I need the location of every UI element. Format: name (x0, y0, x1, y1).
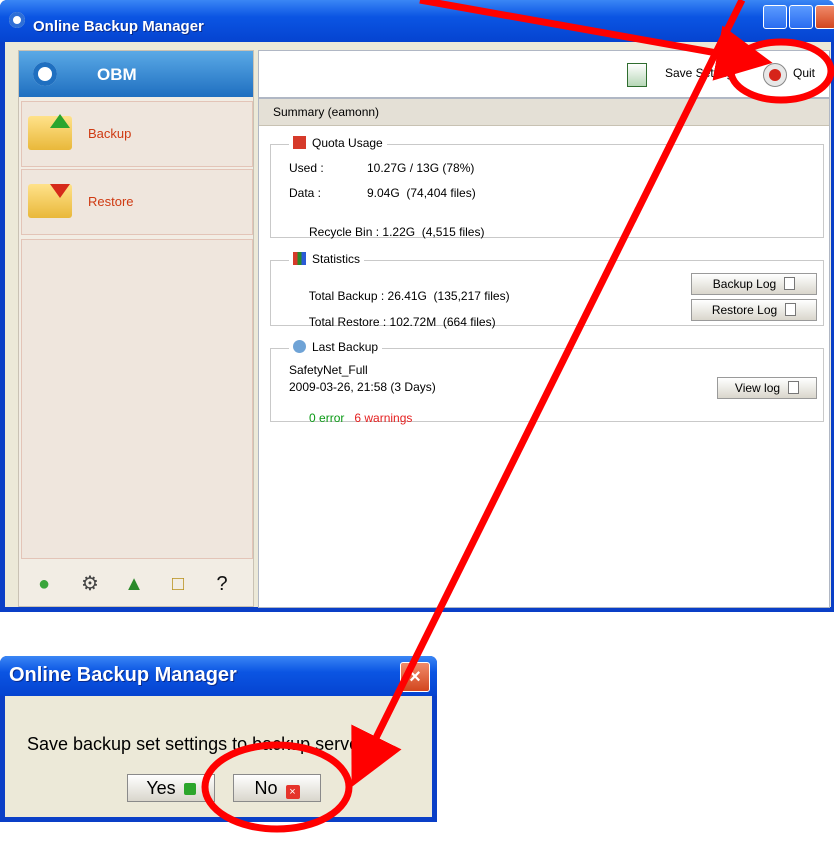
quota-value: 9.04G (74,404 files) (367, 186, 476, 200)
last-backup-title: Last Backup (312, 340, 379, 354)
button-label: Restore Log (711, 303, 778, 317)
title-bar[interactable]: Online Backup Manager (0, 0, 834, 42)
x-icon: × (285, 785, 300, 799)
restore-folder-icon (28, 184, 72, 218)
group-title: Last Backup (289, 340, 383, 354)
upload-icon[interactable]: ▲ (121, 571, 147, 597)
quota-value: 1.22G (4,515 files) (382, 225, 485, 239)
maximize-button[interactable] (789, 5, 813, 29)
backup-set-name: SafetyNet_Full (289, 363, 368, 377)
statistics-label: Total Restore : (308, 315, 387, 329)
statistics-row: Total Restore : 102.72M (664 files) (289, 301, 496, 343)
error-count: 0 error (309, 411, 345, 425)
dialog-title-bar[interactable]: Online Backup Manager × (0, 656, 437, 696)
toolbar: Save Setting Quit (258, 50, 830, 98)
app-icon (9, 12, 25, 28)
yes-button[interactable]: Yes (127, 774, 215, 802)
dialog-close-button[interactable]: × (400, 662, 430, 692)
group-title: Statistics (289, 252, 365, 266)
dialog-message: Save backup set settings to backup serve… (27, 734, 376, 754)
backup-datetime: 2009-03-26, 21:58 (3 Days) (289, 380, 436, 394)
minimize-button[interactable] (763, 5, 787, 29)
quota-row: Recycle Bin : 1.22G (4,515 files) (289, 211, 484, 253)
settings-gear-icon[interactable]: ⚙ (77, 571, 103, 597)
sidebar-item-restore[interactable]: Restore (21, 169, 253, 235)
group-title: Quota Usage (289, 136, 387, 150)
quit-icon-core (769, 69, 781, 81)
brand-name: OBM (97, 65, 137, 84)
upload-arrow-icon (50, 114, 70, 128)
window-title: Online Backup Manager (33, 18, 204, 35)
quota-label: Recycle Bin : (309, 225, 380, 239)
statistics-chart-icon (293, 252, 306, 265)
backup-log-button[interactable]: Backup Log (691, 273, 817, 295)
view-log-button[interactable]: View log (717, 377, 817, 399)
last-backup-icon (293, 340, 306, 353)
backup-folder-icon (28, 114, 72, 150)
button-label: Backup Log (712, 277, 777, 291)
dialog-body: Save backup set settings to backup serve… (5, 696, 432, 817)
backup-result: 0 error 6 warnings (289, 397, 412, 439)
save-setting-button[interactable]: Save Setting (665, 66, 733, 80)
no-button[interactable]: No × (233, 774, 321, 802)
last-backup-group: Last Backup SafetyNet_Full 2009-03-26, 2… (270, 340, 824, 425)
quota-icon (293, 136, 306, 149)
obm-logo-icon (33, 62, 57, 86)
restore-log-button[interactable]: Restore Log (691, 299, 817, 321)
statistics-title: Statistics (312, 252, 361, 266)
sidebar-item-backup[interactable]: Backup (21, 101, 253, 167)
quota-row: Used : 10.27G / 13G (78%) (289, 161, 474, 175)
user-icon[interactable]: ● (31, 571, 57, 597)
sidebar-item-label: Restore (88, 194, 134, 209)
button-label: No (254, 778, 278, 798)
summary-panel: Summary (eamonn) Quota Usage Used : 10.2… (258, 98, 830, 608)
button-label: Yes (146, 778, 176, 798)
check-icon (183, 783, 196, 795)
quit-button[interactable]: Quit (793, 66, 815, 80)
warning-count: 6 warnings (354, 411, 413, 425)
sidebar-empty-area (21, 239, 253, 559)
close-button[interactable] (815, 5, 834, 29)
save-settings-icon[interactable] (627, 63, 647, 87)
summary-title: Summary (eamonn) (273, 105, 380, 119)
quota-title: Quota Usage (312, 136, 383, 150)
quit-power-icon[interactable] (763, 63, 787, 87)
statistics-value: 102.72M (664 files) (389, 315, 496, 329)
quota-row: Data : 9.04G (74,404 files) (289, 186, 476, 200)
help-icon[interactable]: ? (209, 571, 235, 597)
statistics-group: Statistics Total Backup : 26.41G (135,21… (270, 252, 824, 329)
summary-header: Summary (eamonn) (259, 99, 829, 126)
document-icon (788, 381, 800, 394)
sidebar: OBM Backup Restore ● ⚙ ▲ □ ? (18, 50, 254, 607)
lock-icon[interactable]: □ (165, 571, 191, 597)
document-icon (784, 277, 796, 290)
button-label: View log (734, 381, 781, 395)
download-arrow-icon (50, 184, 70, 198)
quota-label: Used : (289, 161, 324, 175)
dialog-title: Online Backup Manager (9, 664, 237, 686)
sidebar-item-label: Backup (88, 126, 132, 141)
quota-label: Data : (289, 186, 322, 200)
sidebar-brand-header: OBM (19, 51, 253, 97)
quota-value: 10.27G / 13G (78%) (367, 161, 475, 175)
document-icon (785, 303, 797, 316)
quota-usage-group: Quota Usage Used : 10.27G / 13G (78%) Da… (270, 136, 824, 239)
confirm-dialog: Online Backup Manager × Save backup set … (0, 656, 437, 822)
